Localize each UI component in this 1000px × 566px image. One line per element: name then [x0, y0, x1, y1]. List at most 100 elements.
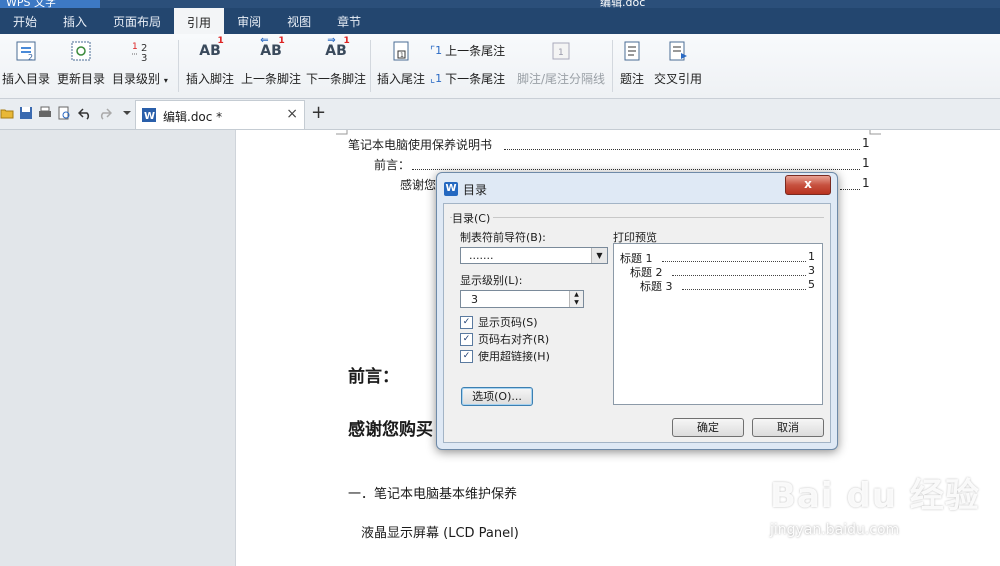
toc-level-label: 目录级别 ▾ [112, 72, 168, 86]
document-tab[interactable]: W 编辑.doc * × [135, 100, 305, 129]
toc-entry[interactable]: 笔记本电脑使用保养说明书 [348, 136, 492, 153]
update-toc-button[interactable]: 更新目录 [57, 38, 105, 87]
menu-bar: 开始 插入 页面布局 引用 审阅 视图 章节 [0, 8, 1000, 34]
dialog-title: 目录 [463, 183, 488, 197]
preview-leader [672, 275, 806, 276]
insert-footnote-button[interactable]: AB 1 插入脚注 [186, 36, 234, 87]
toc-entry[interactable]: 前言： [374, 156, 410, 173]
word-document-icon: W [142, 108, 156, 122]
insert-toc-button[interactable]: 2 插入目录 [2, 38, 50, 87]
footnote-icon: AB 1 [199, 36, 224, 59]
level-value: 3 [471, 293, 478, 306]
prev-footnote-button[interactable]: ⇐ AB 1 上一条脚注 [241, 35, 302, 87]
insert-endnote-label: 插入尾注 [377, 72, 426, 86]
toc-entry[interactable]: 感谢您 [400, 176, 436, 193]
baidu-watermark: Bai du 经验 [770, 476, 980, 516]
show-page-numbers-checkbox[interactable]: ✓ 显示页码(S) [460, 314, 538, 330]
ribbon: 2 插入目录 更新目录 123 目录级别 ▾ AB 1 插入脚注 ⇐ AB 1 上一条… [0, 34, 1000, 131]
toc-page-number: 1 [862, 176, 870, 190]
checkbox-checked-icon: ✓ [460, 349, 473, 363]
heading-thanks: 感谢您购买 [348, 420, 433, 440]
section-heading: 一．笔记本电脑基本维护保养 [348, 487, 518, 502]
next-endnote-button[interactable]: ⌞1 下一条尾注 [430, 70, 505, 87]
preview-level-3: 标题 3 [640, 280, 673, 293]
insert-endnote-button[interactable]: 1 插入尾注 [377, 38, 425, 87]
preview-leader [682, 289, 806, 290]
caption-icon [619, 38, 645, 64]
prev-endnote-icon: ⌜1 [430, 44, 443, 57]
menu-insert[interactable]: 插入 [50, 8, 100, 34]
endnote-icon: 1 [388, 38, 414, 64]
insert-toc-label: 插入目录 [2, 72, 51, 86]
cancel-button[interactable]: 取消 [752, 418, 824, 437]
preview-page: 5 [808, 278, 815, 291]
svg-text:1: 1 [132, 42, 138, 52]
use-hyperlinks-checkbox[interactable]: ✓ 使用超链接(H) [460, 348, 550, 364]
save-icon[interactable] [19, 106, 33, 120]
insert-toc-icon: 2 [13, 38, 39, 64]
open-folder-icon[interactable] [0, 106, 14, 120]
undo-icon[interactable] [78, 106, 92, 120]
update-toc-icon [68, 38, 94, 64]
group-divider [450, 217, 824, 218]
level-stepper[interactable]: 3 ▲ ▼ [460, 290, 584, 308]
close-icon[interactable]: x [785, 175, 831, 195]
print-preview-icon[interactable] [57, 106, 71, 120]
toc-dialog: W 目录 x 目录(C) 制表符前导符(B): ....... ▼ 显示级别(L… [436, 172, 838, 450]
menu-references[interactable]: 引用 [174, 8, 225, 34]
prev-footnote-icon: ⇐ AB 1 [260, 35, 285, 59]
crop-mark [869, 130, 881, 135]
menu-chapter[interactable]: 章节 [324, 8, 374, 34]
cross-reference-label: 交叉引用 [654, 72, 703, 86]
menu-review[interactable]: 审阅 [224, 8, 274, 34]
prev-endnote-button[interactable]: ⌜1 上一条尾注 [430, 42, 505, 59]
next-endnote-icon: ⌞1 [430, 72, 443, 85]
ribbon-divider [612, 40, 613, 92]
cross-reference-button[interactable]: 交叉引用 [654, 38, 702, 87]
ribbon-divider [178, 40, 179, 92]
menu-home[interactable]: 开始 [0, 8, 50, 34]
stepper-arrows-icon[interactable]: ▲ ▼ [569, 291, 583, 307]
next-footnote-button[interactable]: ⇒ AB 1 下一条脚注 [306, 35, 366, 87]
level-label: 显示级别(L): [460, 274, 523, 287]
svg-text:W: W [144, 111, 155, 122]
svg-text:1: 1 [400, 52, 404, 59]
redo-icon[interactable] [98, 106, 112, 120]
menu-page-layout[interactable]: 页面布局 [100, 8, 174, 34]
close-tab-icon[interactable]: × [286, 106, 298, 122]
heading-preface: 前言： [348, 367, 399, 387]
caption-button[interactable]: 题注 [619, 38, 645, 87]
toc-page-number: 1 [862, 156, 870, 170]
preview-page: 3 [808, 264, 815, 277]
next-footnote-icon: ⇒ AB 1 [325, 35, 350, 59]
checkbox-checked-icon: ✓ [460, 332, 473, 346]
prev-footnote-label: 上一条脚注 [241, 72, 302, 86]
svg-text:3: 3 [141, 53, 147, 63]
document-tab-name: 编辑.doc * [163, 110, 223, 124]
app-menu-button[interactable]: WPS 文字 [0, 0, 100, 9]
ribbon-divider [370, 40, 371, 92]
chevron-down-icon[interactable]: ▼ [591, 248, 607, 263]
toc-page-number: 1 [862, 136, 870, 150]
toc-leader [412, 169, 860, 170]
toc-level-button[interactable]: 123 目录级别 ▾ [112, 38, 168, 87]
options-button[interactable]: 选项(O)... [461, 387, 533, 406]
checkbox-checked-icon: ✓ [460, 315, 473, 329]
leader-select[interactable]: ....... ▼ [460, 247, 608, 264]
caption-label: 题注 [619, 72, 644, 86]
toc-leader [840, 189, 860, 190]
customize-dropdown-icon[interactable] [120, 106, 134, 120]
footnote-separator-button[interactable]: 1 脚注/尾注分隔线 [517, 38, 605, 87]
ok-button[interactable]: 确定 [672, 418, 744, 437]
toc-level-icon: 123 [127, 38, 153, 64]
leader-value: ....... [469, 249, 494, 262]
baidu-watermark-url: jingyan.baidu.com [770, 522, 900, 538]
update-toc-label: 更新目录 [57, 72, 106, 86]
right-align-page-numbers-checkbox[interactable]: ✓ 页码右对齐(R) [460, 331, 549, 347]
svg-text:2: 2 [28, 53, 33, 62]
new-tab-button[interactable]: + [311, 102, 326, 123]
preview-page: 1 [808, 250, 815, 263]
print-icon[interactable] [38, 106, 52, 120]
menu-view[interactable]: 视图 [274, 8, 324, 34]
wps-app-icon: W [444, 182, 458, 196]
